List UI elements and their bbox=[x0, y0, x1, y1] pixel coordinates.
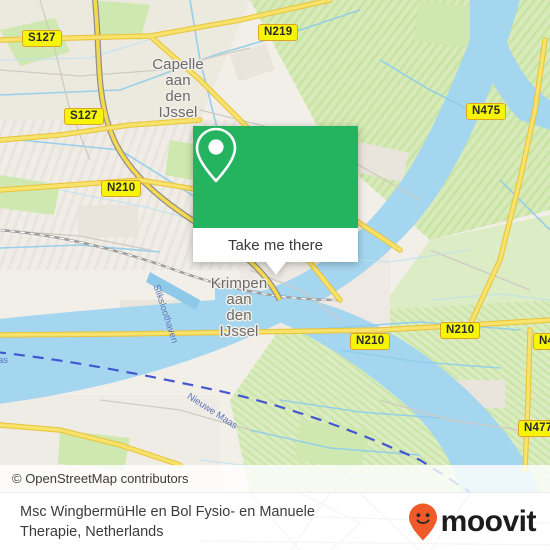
road-shield-s127-b[interactable]: S127 bbox=[64, 108, 104, 125]
map-attribution: © OpenStreetMap contributors bbox=[0, 465, 550, 492]
road-shield-n219[interactable]: N219 bbox=[258, 24, 299, 41]
moovit-wordmark: moovit bbox=[440, 504, 537, 538]
map-pin-icon bbox=[195, 127, 237, 183]
card-header bbox=[193, 126, 358, 228]
place-title: Msc WingbermüHle en Bol Fysio- en Manuel… bbox=[20, 503, 315, 540]
road-shield-n210-a[interactable]: N210 bbox=[101, 180, 142, 197]
moovit-smiley-pin-icon bbox=[408, 503, 437, 540]
road-shield-n477[interactable]: N477 bbox=[518, 420, 550, 437]
card-pointer-tail bbox=[265, 262, 286, 275]
moovit-logo[interactable]: moovit bbox=[407, 502, 537, 542]
road-shield-n210-c[interactable]: N210 bbox=[440, 322, 481, 339]
road-shield-n4[interactable]: N4 bbox=[533, 333, 550, 350]
road-shield-n210-b[interactable]: N210 bbox=[350, 333, 391, 350]
take-me-there-button[interactable]: Take me there bbox=[193, 228, 358, 262]
page-footer: Msc WingbermüHle en Bol Fysio- en Manuel… bbox=[0, 492, 550, 550]
road-shield-s127-a[interactable]: S127 bbox=[22, 30, 62, 47]
map-canvas[interactable]: Capelle aan den IJssel Krimpen aan den I… bbox=[0, 0, 550, 492]
location-popup-card[interactable]: Take me there bbox=[193, 126, 358, 275]
moovit-map-screenshot: Capelle aan den IJssel Krimpen aan den I… bbox=[0, 0, 550, 550]
attribution-text: © OpenStreetMap contributors bbox=[12, 471, 189, 486]
road-shield-n475[interactable]: N475 bbox=[466, 103, 507, 120]
